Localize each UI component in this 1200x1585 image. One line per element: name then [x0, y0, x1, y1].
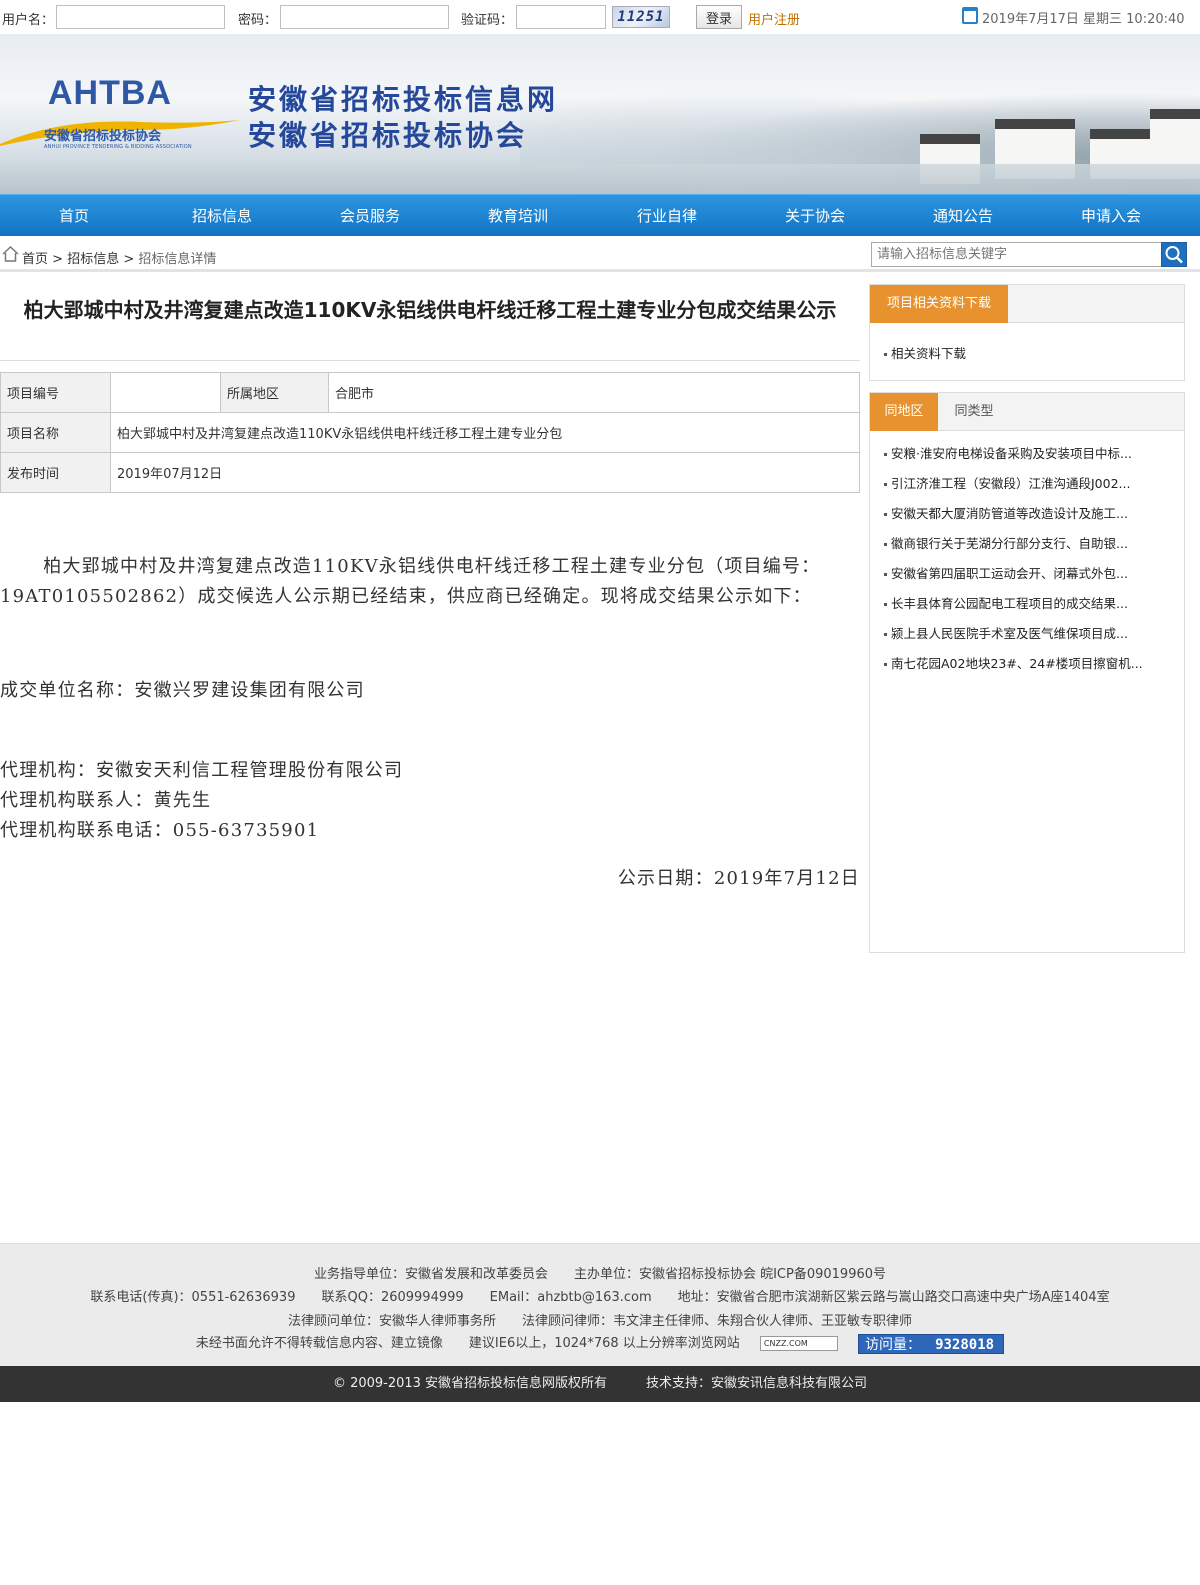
nav-education[interactable]: 教育培训 — [444, 195, 592, 237]
table-row: 项目名称 柏大郢城中村及井湾复建点改造110KV永铝线供电杆线迁移工程土建专业分… — [0, 412, 860, 453]
username-input[interactable] — [56, 5, 225, 29]
nav-home[interactable]: 首页 — [0, 195, 148, 237]
register-link[interactable]: 用户注册 — [748, 9, 800, 28]
agency-line: 代理机构：安徽安天利信工程管理股份有限公司 — [0, 760, 404, 781]
datetime: 2019年7月17日 星期三 10:20:40 — [982, 12, 1185, 27]
password-label: 密码： — [238, 13, 278, 28]
nav-member-service[interactable]: 会员服务 — [296, 195, 444, 237]
login-button[interactable]: 登录 — [696, 5, 742, 29]
footer-line-notice: 未经书面允许不得转载信息内容、建立镜像 建议IE6以上，1024*768 以上分… — [0, 1332, 1200, 1354]
nav-self-discipline[interactable]: 行业自律 — [593, 195, 741, 237]
search-button[interactable] — [1161, 242, 1187, 267]
password-input[interactable] — [280, 5, 449, 29]
title-divider — [0, 360, 860, 361]
tab-same-type[interactable]: 同类型 — [938, 393, 1010, 431]
list-item[interactable]: 颍上县人民医院手术室及医气维保项目成... — [884, 619, 1174, 649]
logo-chinese-name: 安徽省招标投标协会 — [44, 129, 162, 144]
region-label: 所属地区 — [220, 372, 329, 413]
site-name-secondary: 安徽省招标投标协会 — [248, 119, 528, 152]
table-row: 项目编号 所属地区 合肥市 — [0, 372, 860, 413]
search-icon — [1165, 246, 1183, 264]
list-item[interactable]: 安徽天都大厦消防管道等改造设计及施工... — [884, 499, 1174, 529]
article-title: 柏大郢城中村及井湾复建点改造110KV永铝线供电杆线迁移工程土建专业分包成交结果… — [23, 298, 837, 322]
logo-abbreviation[interactable]: AHTBA — [48, 74, 172, 113]
list-item[interactable]: 安粮·淮安府电梯设备采购及安装项目中标... — [884, 439, 1174, 469]
breadcrumb-current: 招标信息详情 — [138, 252, 217, 267]
search-input[interactable] — [871, 242, 1163, 267]
related-panel: 同地区 同类型 安粮·淮安府电梯设备采购及安装项目中标... 引江济淮工程（安徽… — [869, 392, 1185, 953]
list-item[interactable]: 徽商银行关于芜湖分行部分支行、自助银... — [884, 529, 1174, 559]
logo-english-name: ANHUI PROVINCE TENDERING & BIDDING ASSOC… — [44, 144, 192, 150]
visit-label: 访问量： — [865, 1336, 922, 1353]
captcha-input[interactable] — [516, 5, 606, 29]
list-item[interactable]: 长丰县体育公园配电工程项目的成交结果... — [884, 589, 1174, 619]
project-info-table: 项目编号 所属地区 合肥市 项目名称 柏大郢城中村及井湾复建点改造110KV永铝… — [0, 372, 860, 493]
winner-line: 成交单位名称：安徽兴罗建设集团有限公司 — [0, 680, 365, 701]
nav-tender-info[interactable]: 招标信息 — [148, 195, 296, 237]
login-bar: 用户名： 密码： 验证码： 11251 登录 用户注册 2019年7月17日 星… — [0, 0, 1200, 34]
footer-line-contact: 联系电话(传真)：0551-62636939 联系QQ：2609994999 E… — [90, 1290, 1110, 1305]
list-item[interactable]: 安徽省第四届职工运动会开、闭幕式外包... — [884, 559, 1174, 589]
username-label: 用户名： — [2, 13, 55, 28]
nav-join[interactable]: 申请入会 — [1037, 195, 1185, 237]
download-panel-header: 项目相关资料下载 — [870, 285, 1184, 323]
captcha-label: 验证码： — [461, 13, 514, 28]
list-item[interactable]: 南七花园A02地块23#、24#楼项目擦窗机... — [884, 649, 1174, 679]
footer-notice-text: 未经书面允许不得转载信息内容、建立镜像 建议IE6以上，1024*768 以上分… — [195, 1336, 740, 1351]
footer: 业务指导单位：安徽省发展和改革委员会 主办单位：安徽省招标投标协会 皖ICP备0… — [0, 1243, 1200, 1366]
download-item[interactable]: 相关资料下载 — [884, 339, 1174, 369]
project-name-label: 项目名称 — [0, 412, 111, 453]
project-no-value — [110, 372, 221, 413]
list-item[interactable]: 引江济淮工程（安徽段）江淮沟通段J002... — [884, 469, 1174, 499]
article-body: 柏大郢城中村及井湾复建点改造110KV永铝线供电杆线迁移工程土建专业分包（项目编… — [0, 552, 860, 894]
breadcrumb-separator: > — [119, 252, 139, 267]
footer-line-legal: 法律顾问单位：安徽华人律师事务所 法律顾问律师：韦文津主任律师、朱翔合伙人律师、… — [287, 1314, 912, 1329]
breadcrumb-tender-info[interactable]: 招标信息 — [67, 252, 119, 267]
download-panel: 项目相关资料下载 相关资料下载 — [869, 284, 1185, 381]
copyright-bar: © 2009-2013 安徽省招标投标信息网版权所有 技术支持：安徽安讯信息科技… — [0, 1366, 1200, 1402]
nav-notices[interactable]: 通知公告 — [889, 195, 1037, 237]
notice-date-line: 公示日期：2019年7月12日 — [617, 868, 860, 889]
tab-downloads[interactable]: 项目相关资料下载 — [870, 285, 1008, 323]
visit-count: 9328018 — [935, 1336, 995, 1353]
agency-phone-line: 代理机构联系电话：055-63735901 — [0, 820, 320, 841]
project-no-label: 项目编号 — [0, 372, 111, 413]
breadcrumb-separator: > — [48, 252, 68, 267]
nav-about[interactable]: 关于协会 — [741, 195, 889, 237]
visit-counter: 访问量： 9328018 — [858, 1333, 1005, 1354]
site-name-primary: 安徽省招标投标信息网 — [248, 83, 559, 116]
cnzz-badge[interactable]: CNZZ.COM — [759, 1336, 838, 1351]
captcha-image[interactable]: 11251 — [612, 6, 670, 28]
publish-date-value: 2019年07月12日 — [110, 452, 860, 493]
lake-decoration — [0, 164, 1200, 194]
footer-line-sponsors: 业务指导单位：安徽省发展和改革委员会 主办单位：安徽省招标投标协会 皖ICP备0… — [313, 1267, 887, 1282]
breadcrumb-home[interactable]: 首页 — [22, 252, 48, 267]
main-nav: 首页 招标信息 会员服务 教育培训 行业自律 关于协会 通知公告 申请入会 — [0, 194, 1200, 236]
region-value: 合肥市 — [328, 372, 860, 413]
tab-same-region[interactable]: 同地区 — [870, 393, 938, 431]
agency-contact-line: 代理机构联系人：黄先生 — [0, 790, 212, 811]
publish-date-label: 发布时间 — [0, 452, 111, 493]
intro-paragraph: 柏大郢城中村及井湾复建点改造110KV永铝线供电杆线迁移工程土建专业分包（项目编… — [0, 556, 821, 607]
table-row: 发布时间 2019年07月12日 — [0, 452, 860, 493]
project-name-value: 柏大郢城中村及井湾复建点改造110KV永铝线供电杆线迁移工程土建专业分包 — [110, 412, 860, 453]
home-icon — [2, 246, 19, 262]
header-banner: AHTBA 安徽省招标投标协会 ANHUI PROVINCE TENDERING… — [0, 34, 1200, 194]
related-panel-header: 同地区 同类型 — [870, 393, 1184, 431]
